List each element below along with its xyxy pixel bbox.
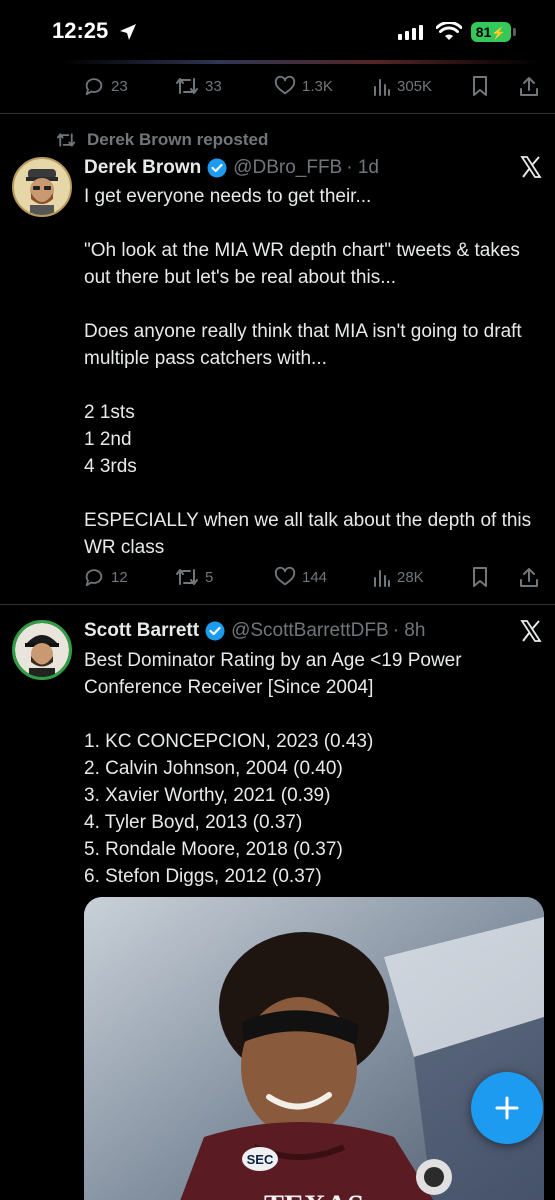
avatar-illustration — [15, 623, 69, 677]
like-button[interactable]: 1.3K — [274, 74, 333, 98]
repost-indicator[interactable]: Derek Brown reposted — [55, 130, 268, 150]
status-time: 12:25 — [52, 18, 109, 43]
avatar-scott-barrett[interactable] — [12, 620, 72, 680]
views-button[interactable]: 28K — [373, 565, 424, 589]
tweet1-actions: 12 5 144 28K — [83, 565, 538, 589]
reply-count: 12 — [111, 568, 128, 586]
reply-icon — [85, 78, 103, 96]
avatar-derek-brown[interactable] — [12, 157, 72, 217]
share-icon — [520, 568, 538, 587]
repost-icon — [56, 133, 76, 147]
author-name[interactable]: Derek Brown — [84, 157, 201, 179]
tweet1-header: Derek Brown @DBro_FFB · 1d — [84, 157, 379, 179]
repost-icon — [176, 569, 198, 585]
like-count: 144 — [302, 568, 328, 586]
repost-button[interactable]: 33 — [175, 74, 222, 98]
bookmark-icon — [473, 567, 487, 587]
prev-tweet-actions: 23 33 1.3K 305K — [83, 74, 538, 98]
views-button[interactable]: 305K — [373, 74, 432, 98]
bookmark-button[interactable] — [471, 565, 489, 589]
views-icon — [374, 570, 390, 587]
player-photo: SEC TEXAS — [84, 897, 544, 1200]
repost-icon — [176, 78, 198, 94]
views-count: 28K — [397, 568, 424, 586]
tweet-divider — [0, 604, 555, 605]
reply-count: 23 — [111, 77, 128, 95]
share-icon — [520, 77, 538, 96]
tweet2-header: Scott Barrett @ScottBarrettDFB · 8h — [84, 620, 425, 642]
repost-button[interactable]: 5 — [175, 565, 213, 589]
wifi-icon — [436, 22, 462, 40]
signal-icon — [398, 25, 423, 40]
compose-button[interactable] — [471, 1072, 543, 1144]
share-button[interactable] — [519, 565, 539, 589]
like-icon — [274, 566, 296, 586]
previous-media-edge — [60, 60, 540, 64]
verified-icon — [207, 158, 227, 178]
author-name[interactable]: Scott Barrett — [84, 620, 199, 642]
reply-button[interactable]: 23 — [83, 74, 128, 98]
sec-badge-text: SEC — [247, 1152, 274, 1167]
compose-plus-icon — [495, 1096, 519, 1120]
like-count: 1.3K — [302, 77, 333, 95]
x-logo-icon — [520, 156, 542, 178]
reply-button[interactable]: 12 — [83, 565, 128, 589]
x-logo-icon — [520, 620, 542, 642]
tweet-divider — [0, 113, 555, 114]
battery-nub — [513, 28, 516, 36]
status-bar: 12:25 81⚡ — [0, 0, 555, 62]
location-arrow-icon — [120, 24, 136, 40]
reply-icon — [85, 569, 103, 587]
tweet2-media-image[interactable]: SEC TEXAS — [84, 897, 544, 1200]
avatar-illustration — [14, 159, 70, 215]
repost-label: Derek Brown reposted — [87, 130, 269, 149]
verified-icon — [205, 621, 225, 641]
like-button[interactable]: 144 — [274, 565, 327, 589]
views-count: 305K — [397, 77, 433, 95]
author-handle[interactable]: @ScottBarrettDFB — [231, 620, 389, 642]
tweet1-text: I get everyone needs to get their... "Oh… — [84, 186, 532, 558]
tweet2-text: Best Dominator Rating by an Age <19 Powe… — [84, 650, 462, 887]
bookmark-icon — [473, 76, 487, 96]
battery-indicator: 81⚡ — [471, 22, 511, 42]
bookmark-button[interactable] — [471, 74, 489, 98]
repost-count: 5 — [205, 568, 214, 586]
author-handle[interactable]: @DBro_FFB — [233, 157, 342, 179]
repost-count: 33 — [205, 77, 222, 95]
battery-level: 81 — [475, 24, 492, 40]
views-icon — [374, 79, 390, 96]
tweet-time: · 1d — [346, 157, 379, 178]
jersey-text: TEXAS — [264, 1189, 364, 1200]
tweet-time: · 8h — [392, 620, 426, 641]
share-button[interactable] — [519, 74, 539, 98]
like-icon — [274, 75, 296, 95]
